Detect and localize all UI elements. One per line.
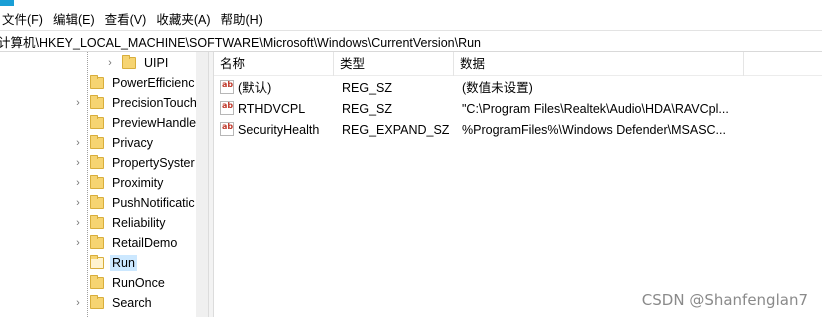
tree-node-label: PowerEfficienc <box>112 76 195 90</box>
folder-icon <box>122 55 136 69</box>
menu-bar: 文件(F) 编辑(E) 查看(V) 收藏夹(A) 帮助(H) <box>0 6 822 30</box>
tree-node-retaildemo[interactable]: › RetailDemo <box>72 233 179 253</box>
address-path[interactable]: 计算机\HKEY_LOCAL_MACHINE\SOFTWARE\Microsof… <box>0 32 481 51</box>
folder-icon <box>90 135 104 149</box>
tree-node-label: PreviewHandle <box>112 116 197 130</box>
menu-favorites[interactable]: 收藏夹(A) <box>154 9 216 28</box>
tree-node-label: Reliability <box>112 216 166 230</box>
table-row[interactable]: ab (默认) REG_SZ (数值未设置) <box>214 78 822 98</box>
string-value-icon: ab <box>220 122 234 136</box>
value-type: REG_EXPAND_SZ <box>342 123 450 137</box>
values-list: 名称 类型 数据 ab (默认) REG_SZ (数值未设置) ab RTHDV… <box>214 52 822 317</box>
tree-node-label: PushNotificatic <box>112 196 195 210</box>
address-bar[interactable]: 计算机\HKEY_LOCAL_MACHINE\SOFTWARE\Microsof… <box>0 30 822 52</box>
value-data: %ProgramFiles%\Windows Defender\MSASC... <box>462 123 726 137</box>
string-value-icon: ab <box>220 80 234 94</box>
menu-file[interactable]: 文件(F) <box>0 9 49 28</box>
folder-icon <box>90 75 104 89</box>
chevron-right-icon[interactable]: › <box>72 157 84 169</box>
folder-icon <box>90 215 104 229</box>
tree-scrollbar[interactable] <box>196 52 208 317</box>
chevron-right-icon[interactable]: › <box>72 177 84 189</box>
chevron-right-icon[interactable]: › <box>72 197 84 209</box>
folder-icon <box>90 115 104 129</box>
tree-node-pushnotifications[interactable]: › PushNotificatic <box>72 193 197 213</box>
value-data: (数值未设置) <box>462 81 533 95</box>
menu-view[interactable]: 查看(V) <box>103 9 153 28</box>
tree-node-label: RunOnce <box>112 276 165 290</box>
folder-icon <box>90 195 104 209</box>
table-row[interactable]: ab RTHDVCPL REG_SZ "C:\Program Files\Rea… <box>214 99 822 119</box>
registry-tree: › UIPI PowerEfficienc › PrecisionTouch P… <box>0 52 208 317</box>
column-header-name[interactable]: 名称 <box>214 52 334 76</box>
tree-node-proximity[interactable]: › Proximity <box>72 173 165 193</box>
folder-icon <box>90 235 104 249</box>
value-type: REG_SZ <box>342 102 393 116</box>
tree-node-previewhandlers[interactable]: PreviewHandle <box>72 113 198 133</box>
value-name: SecurityHealth <box>238 123 320 137</box>
folder-icon <box>90 275 104 289</box>
tree-node-label: Privacy <box>112 136 153 150</box>
tree-node-label: PropertySyster <box>112 156 195 170</box>
tree-node-propertysystem[interactable]: › PropertySyster <box>72 153 197 173</box>
tree-node-label: Search <box>112 296 152 310</box>
folder-icon <box>90 95 104 109</box>
value-data: "C:\Program Files\Realtek\Audio\HDA\RAVC… <box>462 102 729 116</box>
folder-icon <box>90 295 104 309</box>
folder-icon <box>90 175 104 189</box>
open-folder-icon <box>90 255 104 269</box>
chevron-right-icon[interactable]: › <box>72 137 84 149</box>
chevron-right-icon[interactable]: › <box>72 297 84 309</box>
tree-node-reliability[interactable]: › Reliability <box>72 213 168 233</box>
chevron-right-icon[interactable]: › <box>72 237 84 249</box>
tree-node-run[interactable]: Run <box>72 253 137 273</box>
list-header: 名称 类型 数据 <box>214 52 822 76</box>
string-value-icon: ab <box>220 101 234 115</box>
chevron-right-icon[interactable]: › <box>72 217 84 229</box>
tree-node-label: Run <box>110 255 137 271</box>
tree-node-label: Proximity <box>112 176 164 190</box>
menu-help[interactable]: 帮助(H) <box>218 9 268 28</box>
watermark: CSDN @Shanfenglan7 <box>641 291 808 309</box>
tree-node-search[interactable]: › Search <box>72 293 154 313</box>
tree-node-label: PrecisionTouch <box>112 96 197 110</box>
tree-node-privacy[interactable]: › Privacy <box>72 133 155 153</box>
tree-node-powerefficiency[interactable]: PowerEfficienc <box>72 73 196 93</box>
column-header-data[interactable]: 数据 <box>454 52 744 76</box>
value-type: REG_SZ <box>342 81 393 95</box>
value-name: RTHDVCPL <box>238 102 306 116</box>
tree-node-precisiontouch[interactable]: › PrecisionTouch <box>72 93 199 113</box>
table-row[interactable]: ab SecurityHealth REG_EXPAND_SZ %Program… <box>214 120 822 140</box>
menu-edit[interactable]: 编辑(E) <box>51 9 101 28</box>
tree-node-runonce[interactable]: RunOnce <box>72 273 167 293</box>
value-name: (默认) <box>238 81 272 95</box>
chevron-right-icon[interactable]: › <box>72 97 84 109</box>
chevron-right-icon[interactable]: › <box>104 57 116 69</box>
column-header-type[interactable]: 类型 <box>334 52 454 76</box>
tree-node-label: RetailDemo <box>112 236 178 250</box>
tree-node-uipi[interactable]: › UIPI <box>104 53 170 73</box>
tree-node-label: UIPI <box>144 56 169 70</box>
folder-icon <box>90 155 104 169</box>
